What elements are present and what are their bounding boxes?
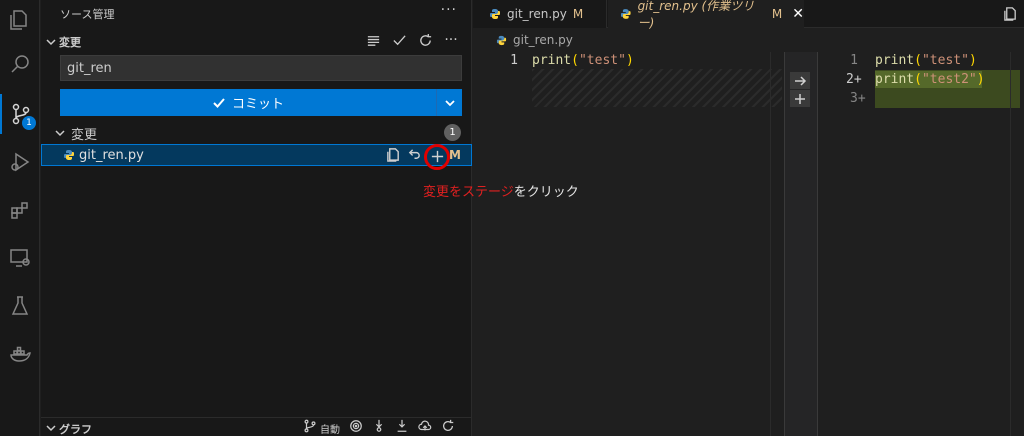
tab-label: git_ren.py (作業ツリー) xyxy=(637,0,755,30)
changes-count-badge: 1 xyxy=(444,124,461,141)
graph-toolbar: 自動 xyxy=(303,419,455,436)
activity-bar: 1 xyxy=(0,0,40,436)
diff-gutter xyxy=(784,52,818,436)
fetch-icon[interactable] xyxy=(372,419,386,436)
code-line: print("test") xyxy=(875,53,977,68)
refresh-icon[interactable] xyxy=(417,32,433,48)
testing-icon[interactable] xyxy=(0,286,40,326)
chevron-down-icon xyxy=(46,36,56,46)
left-scrollbar[interactable] xyxy=(770,52,784,436)
python-file-icon xyxy=(620,9,631,19)
remote-explorer-icon[interactable] xyxy=(0,238,40,278)
check-icon xyxy=(213,97,225,108)
diff-placeholder-hatch xyxy=(532,69,782,107)
instruction-annotation: 変更をステージをクリック xyxy=(423,181,579,200)
source-control-badge: 1 xyxy=(22,116,36,130)
file-name: git_ren.py xyxy=(79,148,144,163)
plus-icon xyxy=(795,93,805,104)
stage-block-button[interactable] xyxy=(790,90,810,107)
discard-changes-icon[interactable] xyxy=(407,147,422,166)
tab-status: M xyxy=(771,7,783,21)
changes-group-header[interactable]: 変更 1 xyxy=(41,122,471,143)
panel-title: ソース管理 xyxy=(60,8,115,21)
python-file-icon xyxy=(63,149,75,161)
commit-button[interactable]: コミット xyxy=(60,89,462,116)
right-scrollbar[interactable] xyxy=(1010,52,1024,436)
changes-label: 変更 xyxy=(71,128,98,143)
annotation-highlight: 変更をステージ xyxy=(423,185,514,200)
section-title: 変更 xyxy=(59,36,81,49)
commit-dropdown-button[interactable] xyxy=(436,89,462,116)
open-file-icon[interactable] xyxy=(386,147,401,166)
docker-icon[interactable] xyxy=(0,334,40,374)
chevron-down-icon xyxy=(46,422,56,432)
source-control-panel: ソース管理 ··· 変更 ··· コミット 変更 1 xyxy=(41,0,472,436)
more-icon[interactable]: ··· xyxy=(443,32,459,48)
tab-status: M xyxy=(572,7,584,21)
target-icon[interactable] xyxy=(349,419,363,436)
highlight-circle xyxy=(424,143,450,170)
extensions-icon[interactable] xyxy=(0,190,40,230)
python-file-icon xyxy=(496,35,507,45)
run-debug-icon[interactable] xyxy=(0,142,40,182)
section-toolbar: ··· xyxy=(365,32,459,48)
editor-tab-bar: git_ren.py M git_ren.py (作業ツリー) M ✕ xyxy=(473,0,1024,30)
commit-main-button[interactable]: コミット xyxy=(60,89,436,116)
pull-icon[interactable] xyxy=(395,419,409,436)
graph-section-header[interactable]: グラフ 自動 xyxy=(41,417,472,436)
commit-message-input[interactable] xyxy=(60,55,462,81)
tab-git-ren-py-working-tree[interactable]: git_ren.py (作業ツリー) M ✕ xyxy=(608,0,804,30)
line-number: 2+ xyxy=(846,72,862,87)
line-number: 3+ xyxy=(850,91,866,106)
tab-git-ren-py[interactable]: git_ren.py M xyxy=(473,0,607,28)
branch-icon[interactable] xyxy=(303,419,317,436)
graph-auto-label[interactable]: 自動 xyxy=(320,421,340,436)
chevron-down-icon xyxy=(444,99,455,106)
chevron-down-icon xyxy=(55,127,65,137)
stage-changes-button[interactable] xyxy=(424,143,450,170)
line-number: 1 xyxy=(850,53,858,68)
open-file-icon[interactable] xyxy=(1003,6,1018,25)
source-control-icon[interactable]: 1 xyxy=(0,94,40,134)
graph-title: グラフ xyxy=(59,423,92,436)
view-as-list-icon[interactable] xyxy=(365,32,381,48)
code-line: print("test2") xyxy=(875,72,985,87)
python-file-icon xyxy=(490,9,500,19)
code-line: print("test") xyxy=(532,53,634,68)
annotation-text: をクリック xyxy=(513,185,579,200)
changed-file-row[interactable]: git_ren.py M xyxy=(41,143,472,170)
refresh-icon[interactable] xyxy=(441,419,455,436)
more-actions-button[interactable]: ··· xyxy=(441,2,457,18)
modified-status: M xyxy=(449,148,461,162)
search-icon[interactable] xyxy=(0,44,40,84)
explorer-icon[interactable] xyxy=(0,0,40,40)
breadcrumb[interactable]: git_ren.py xyxy=(496,33,573,47)
cloud-upload-icon[interactable] xyxy=(418,419,432,436)
repository-section-header[interactable]: 変更 ··· xyxy=(41,30,471,52)
revert-block-button[interactable] xyxy=(790,72,810,89)
line-number: 1 xyxy=(510,53,518,68)
close-icon[interactable]: ✕ xyxy=(792,6,804,22)
breadcrumb-file: git_ren.py xyxy=(513,33,573,47)
file-row-actions xyxy=(386,143,450,170)
commit-check-icon[interactable] xyxy=(391,32,407,48)
commit-label: コミット xyxy=(231,97,284,112)
arrow-right-icon xyxy=(795,75,807,86)
tab-label: git_ren.py xyxy=(507,7,567,21)
